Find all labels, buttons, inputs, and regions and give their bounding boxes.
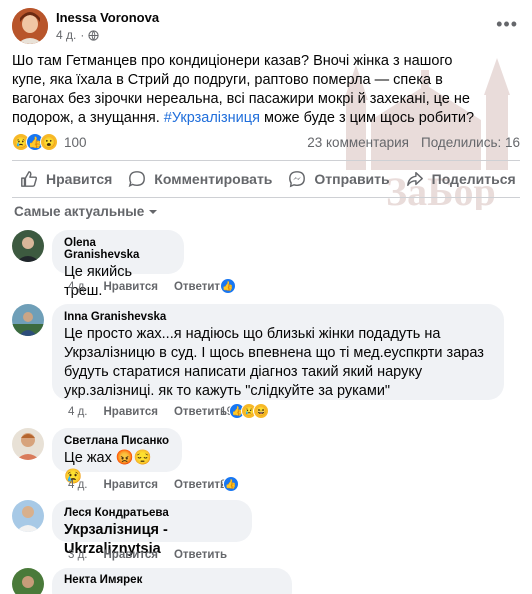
comment-button[interactable]: Комментировать [120,170,280,188]
chevron-down-icon [149,209,158,214]
commenter-name[interactable]: Леся Кондратьева [64,507,240,519]
comment-bubble-icon [128,171,146,188]
like-reaction-icon: 👍 [220,278,236,294]
comment-time[interactable]: 4 д. [68,406,88,418]
comment-reply-button[interactable]: Ответить [174,549,227,561]
comment: Некта Имярек [12,568,520,594]
comments-count[interactable]: 23 комментария [307,135,409,150]
comment-reactions[interactable]: 19 👍 😢 😆 [220,403,270,419]
divider [12,160,520,161]
comment-bubble: Olena Granishevska Це якийсь треш. [52,230,184,299]
commenter-avatar[interactable] [12,500,44,532]
post-header: Inessa Voronova 4 д. · [12,8,159,44]
like-label: Нравится [46,171,113,187]
reactions-count[interactable]: 100 [64,135,87,150]
comment-like-button[interactable]: Нравится [104,406,158,418]
comment-text: Це просто жах...я надіюсь що близькі жін… [64,326,484,399]
comment-sort-dropdown[interactable]: Самые актуальные [14,204,158,219]
shares-count[interactable]: Поделились: 16 [421,135,520,150]
commenter-name[interactable]: Olena Granishevska [64,237,172,261]
comment-bubble: Леся Кондратьева Укрзалізниця - Ukrzaliz… [52,500,252,557]
post-text-tail: може буде з цим щось робити? [259,110,475,126]
comment-label: Комментировать [154,171,273,187]
globe-icon [88,29,99,41]
comment: Светлана Писанко Це жах 😡😔😢 4 д. Нравитс… [12,428,520,496]
share-button[interactable]: Поделиться [398,170,524,188]
post-author[interactable]: Inessa Voronova [56,10,159,25]
comment-like-button[interactable]: Нравится [104,479,158,491]
wow-reaction-icon: 😮 [40,133,58,151]
comment-reactions[interactable]: 👍 [218,278,236,294]
commenter-avatar[interactable] [12,568,44,594]
reaction-icons[interactable]: 😢 👍 😮 [12,133,58,151]
comment-time[interactable]: 3 д. [68,549,88,561]
comment-like-button[interactable]: Нравится [104,281,158,293]
share-label: Поделиться [431,171,516,187]
author-avatar[interactable] [12,8,48,44]
share-arrow-icon [406,171,423,187]
divider [12,197,520,198]
commenter-avatar[interactable] [12,428,44,460]
thumbs-up-icon [21,171,38,187]
comment-reactions[interactable]: 2 👍 [220,476,239,492]
reactions-summary: 😢 👍 😮 100 23 комментария Поделились: 16 [12,132,520,152]
comment-bubble: Inna Granishevska Це просто жах...я наді… [52,304,504,400]
send-label: Отправить [314,171,390,187]
comment-bubble: Некта Имярек [52,568,292,594]
more-options-icon[interactable]: ••• [496,14,518,35]
comment: Леся Кондратьева Укрзалізниця - Ukrzaliz… [12,500,520,566]
commenter-name[interactable]: Некта Имярек [64,574,280,586]
comment: Inna Granishevska Це просто жах...я наді… [12,304,520,420]
commenter-name[interactable]: Светлана Писанко [64,435,170,447]
comment: Olena Granishevska Це якийсь треш. 4 д. … [12,230,520,299]
comment-time[interactable]: 4 д. [68,281,88,293]
send-button[interactable]: Отправить [280,170,397,188]
sort-label: Самые актуальные [14,204,145,219]
like-reaction-icon: 👍 [222,476,239,492]
post-body: Шо там Гетманцев про кондиціонери казав?… [12,52,482,128]
messenger-icon [289,171,306,188]
commenter-name[interactable]: Inna Granishevska [64,311,492,323]
like-button[interactable]: Нравится [12,170,120,188]
comment-time[interactable]: 4 д. [68,479,88,491]
commenter-avatar[interactable] [12,230,44,262]
comment-like-button[interactable]: Нравится [104,549,158,561]
post-action-bar: Нравится Комментировать Отправить Подели… [12,165,520,193]
post-time[interactable]: 4 д. [56,28,76,42]
commenter-avatar[interactable] [12,304,44,336]
haha-reaction-icon: 😆 [253,403,270,419]
hashtag-link[interactable]: #Укрзалізниця [164,110,260,126]
comment-bubble: Светлана Писанко Це жах 😡😔😢 [52,428,182,485]
